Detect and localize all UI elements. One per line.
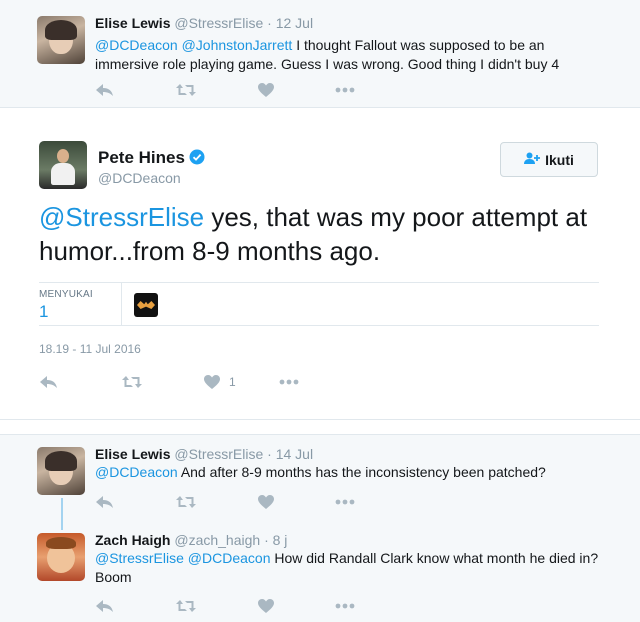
mention-link[interactable]: @DCDeacon <box>188 550 271 566</box>
more-icon[interactable] <box>335 82 359 98</box>
retweet-icon[interactable] <box>175 598 199 614</box>
tweet-timestamp[interactable]: 18.19 - 11 Jul 2016 <box>39 342 141 356</box>
more-icon[interactable] <box>335 494 359 510</box>
tweet-text: @DCDeacon And after 8-9 months has the i… <box>95 463 625 482</box>
mention-link[interactable]: @DCDeacon <box>95 37 178 53</box>
main-tweet-text: @StressrElise yes, that was my poor atte… <box>39 200 599 268</box>
retweet-icon[interactable] <box>175 494 199 510</box>
tweet-text-part: And after 8-9 months has the inconsisten… <box>180 464 546 480</box>
more-icon[interactable] <box>335 598 359 614</box>
author-name[interactable]: Elise Lewis <box>95 446 170 462</box>
likes-label: MENYUKAI <box>39 289 93 300</box>
mention-link[interactable]: @StressrElise <box>39 202 204 232</box>
tweet-actions: 1 <box>39 374 319 390</box>
tweet-time[interactable]: · 14 Jul <box>267 446 313 462</box>
follow-label: Ikuti <box>545 151 574 168</box>
likes-count-link[interactable]: 1 <box>39 302 48 322</box>
reply-icon[interactable] <box>39 374 63 390</box>
heart-icon[interactable] <box>257 598 281 614</box>
tweet-text-part: Boom <box>95 569 132 585</box>
verified-badge-icon <box>189 149 205 170</box>
author-handle[interactable]: @zach_haigh <box>174 532 260 548</box>
mention-link[interactable]: @DCDeacon <box>95 464 178 480</box>
tweet-actions <box>95 598 375 614</box>
author-name[interactable]: Pete Hines <box>98 148 205 170</box>
author-handle[interactable]: @DCDeacon <box>98 170 181 186</box>
like-count: 1 <box>229 375 236 389</box>
retweet-icon[interactable] <box>121 374 145 390</box>
reply-icon[interactable] <box>95 82 119 98</box>
follow-person-icon <box>524 152 541 168</box>
tweet-header: Elise Lewis @StressrElise · 12 Jul <box>95 15 313 31</box>
heart-icon[interactable] <box>257 494 281 510</box>
mention-link[interactable]: @StressrElise <box>95 550 184 566</box>
mention-link[interactable]: @JohnstonJarrett <box>182 37 293 53</box>
follow-button[interactable]: Ikuti <box>500 142 598 177</box>
author-name[interactable]: Zach Haigh <box>95 532 170 548</box>
tweet-header: Elise Lewis @StressrElise · 14 Jul <box>95 446 313 462</box>
retweet-icon[interactable] <box>175 82 199 98</box>
tweet-actions <box>95 494 375 510</box>
tweet-text: @StressrElise @DCDeacon How did Randall … <box>95 549 625 587</box>
tweet-time[interactable]: · 12 Jul <box>267 15 313 31</box>
liker-avatar[interactable] <box>134 293 158 317</box>
tweet-stats: MENYUKAI 1 <box>39 282 599 326</box>
tweet-actions <box>95 82 375 98</box>
tweet-text-part: How did Randall Clark know what month he… <box>274 550 599 566</box>
avatar[interactable] <box>37 533 85 581</box>
author-name-text[interactable]: Pete Hines <box>98 148 185 167</box>
reply-icon[interactable] <box>95 598 119 614</box>
tweet-text: @DCDeacon @JohnstonJarrett I thought Fal… <box>95 36 625 74</box>
reply-icon[interactable] <box>95 494 119 510</box>
tweet-text-part: immersive role playing game. Guess I was… <box>95 56 560 72</box>
author-handle[interactable]: @StressrElise <box>174 446 263 462</box>
avatar[interactable] <box>37 16 85 64</box>
divider <box>121 283 122 325</box>
avatar[interactable] <box>37 447 85 495</box>
tweet-header: Zach Haigh @zach_haigh · 8 j <box>95 532 287 548</box>
tweet-text-part: I thought Fallout was supposed to be an <box>296 37 545 53</box>
heart-icon[interactable] <box>257 82 281 98</box>
more-icon[interactable] <box>279 374 303 390</box>
author-handle[interactable]: @StressrElise <box>174 15 263 31</box>
heart-icon[interactable] <box>203 374 227 390</box>
thread-connector <box>61 498 63 530</box>
tweet-time[interactable]: · 8 j <box>264 532 287 548</box>
author-name[interactable]: Elise Lewis <box>95 15 170 31</box>
avatar[interactable] <box>39 141 87 189</box>
